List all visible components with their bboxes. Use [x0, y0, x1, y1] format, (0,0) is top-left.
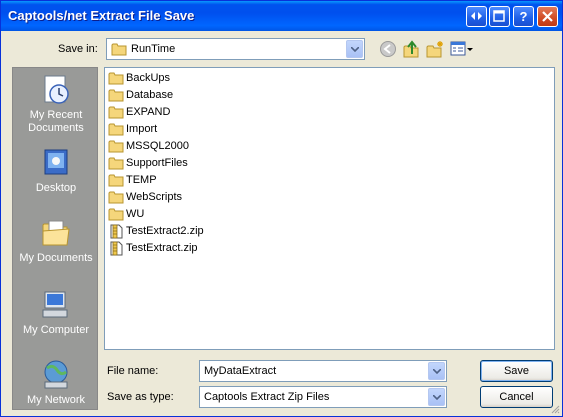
my-network-icon — [44, 360, 68, 389]
chevron-down-icon[interactable] — [346, 40, 363, 58]
file-save-dialog: Captools/net Extract File Save ? Save in… — [0, 0, 563, 417]
title-bar[interactable]: Captools/net Extract File Save ? — [1, 1, 562, 31]
save-as-type-dropdown[interactable]: Captools Extract Zip Files — [199, 386, 447, 408]
folder-icon — [108, 174, 124, 187]
my-documents-icon — [42, 220, 70, 246]
desktop-icon — [44, 149, 68, 175]
file-name-label: WebScripts — [126, 191, 183, 203]
folder-icon — [108, 106, 124, 119]
my-computer-icon — [42, 291, 68, 318]
place-label-line1: My Recent — [29, 109, 83, 121]
file-name-label: Database — [126, 89, 174, 101]
recent-documents-icon — [44, 75, 69, 104]
swap-icon[interactable] — [466, 6, 487, 27]
save-as-type-value: Captools Extract Zip Files — [204, 391, 330, 403]
close-icon[interactable] — [537, 6, 558, 27]
chevron-down-icon[interactable] — [428, 388, 445, 406]
save-in-value: RunTime — [131, 43, 176, 55]
file-list[interactable]: BackUps Database EXPAND Import MSSQL2000… — [104, 67, 555, 350]
file-name-label: BackUps — [126, 72, 171, 84]
place-label-line1: My Documents — [19, 252, 93, 264]
folder-icon — [108, 157, 124, 170]
place-desktop[interactable]: Desktop — [13, 146, 97, 195]
place-my-recent-documents[interactable]: My Recent Documents — [13, 73, 97, 135]
cancel-button[interactable]: Cancel — [480, 386, 553, 408]
folder-icon — [108, 191, 124, 204]
save-in-label: Save in: — [58, 43, 98, 55]
help-label: ? — [519, 9, 528, 24]
dialog-title: Captools/net Extract File Save — [8, 8, 195, 23]
views-menu-icon[interactable] — [450, 40, 474, 60]
place-label-line1: Desktop — [35, 182, 77, 194]
folder-icon — [108, 140, 124, 153]
up-folder-icon[interactable] — [402, 40, 422, 60]
folder-icon — [108, 89, 124, 102]
chevron-down-icon[interactable] — [428, 362, 445, 380]
file-name-label: MSSQL2000 — [126, 140, 189, 152]
resize-grip-icon[interactable] — [550, 404, 560, 414]
new-folder-icon[interactable] — [425, 40, 445, 60]
place-label-line2: Documents — [28, 122, 84, 134]
place-label-line1: My Network — [26, 394, 86, 406]
file-name-label: EXPAND — [126, 106, 171, 118]
file-name-label: TEMP — [126, 174, 157, 186]
file-name-value: MyDataExtract — [204, 365, 277, 377]
file-name-label: TestExtract.zip — [126, 242, 198, 254]
save-in-dropdown[interactable]: RunTime — [106, 38, 365, 60]
file-name-label: SupportFiles — [126, 157, 188, 169]
zip-file-icon — [110, 241, 123, 256]
help-icon[interactable]: ? — [513, 6, 534, 27]
save-as-type-label: Save as type: — [107, 391, 174, 403]
file-name-field[interactable]: MyDataExtract — [199, 360, 447, 382]
file-name-label: WU — [126, 208, 145, 220]
maximize-icon[interactable] — [489, 6, 510, 27]
folder-icon — [108, 208, 124, 221]
place-label-line1: My Computer — [22, 324, 90, 336]
folder-icon — [108, 72, 124, 85]
folder-icon — [108, 123, 124, 136]
back-icon[interactable] — [379, 40, 399, 60]
file-name-label: Import — [126, 123, 158, 135]
place-my-documents[interactable]: My Documents — [13, 216, 97, 265]
place-my-computer[interactable]: My Computer — [13, 288, 97, 337]
zip-file-icon — [110, 224, 123, 239]
place-my-network[interactable]: My Network — [13, 358, 97, 407]
places-bar: My Recent Documents Desktop My Documents — [12, 67, 98, 410]
folder-icon — [111, 43, 127, 56]
file-name-field-label: File name: — [107, 365, 159, 377]
save-button[interactable]: Save — [480, 360, 553, 382]
file-name-label: TestExtract2.zip — [126, 225, 204, 237]
